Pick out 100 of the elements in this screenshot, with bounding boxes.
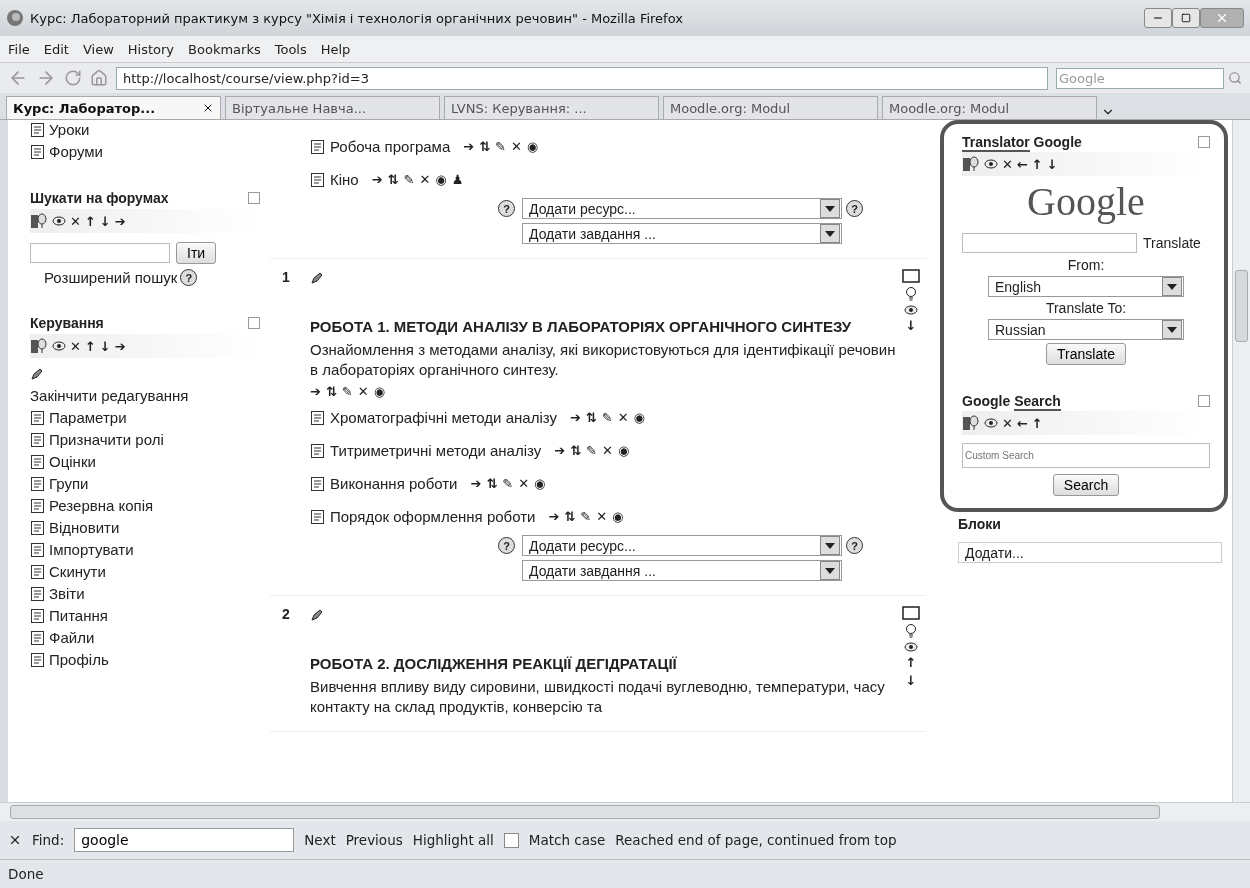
action-control[interactable]: ◉ (612, 509, 624, 524)
browser-tab[interactable]: Moodle.org: Modul (882, 96, 1097, 119)
close-tab-icon[interactable] (202, 102, 214, 114)
forum-search-field[interactable] (30, 243, 170, 263)
block-control[interactable]: ➔ (114, 338, 126, 354)
action-control[interactable]: ✎ (341, 384, 353, 399)
block-control[interactable]: ← (1016, 156, 1028, 172)
menu-item[interactable]: File (8, 41, 30, 57)
bulb-icon[interactable] (905, 286, 917, 302)
action-control[interactable]: ✎ (495, 139, 506, 154)
action-control[interactable]: ◉ (534, 476, 546, 491)
search-icon[interactable] (1228, 71, 1242, 85)
browser-tab[interactable]: LVNS: Керування: ... (444, 96, 659, 119)
collapse-icon[interactable] (248, 192, 260, 204)
highlight-all-button[interactable]: Highlight all (412, 832, 494, 848)
square-icon[interactable] (902, 269, 920, 283)
action-control[interactable]: ➔ (463, 139, 475, 154)
help-icon[interactable]: ? (498, 200, 515, 217)
search-button[interactable]: Search (1052, 474, 1120, 496)
block-control[interactable]: ✕ (70, 213, 81, 229)
eye-icon[interactable] (52, 341, 66, 351)
action-control[interactable]: ⇅ (387, 172, 399, 187)
eye-icon[interactable] (984, 159, 998, 169)
action-control[interactable]: ◉ (617, 443, 630, 458)
address-field[interactable]: http://localhost/course/view.php?id=3 (116, 66, 1048, 90)
resource-link[interactable]: Титриметричні методи аналізу (330, 442, 542, 459)
pencil-icon[interactable] (310, 271, 324, 285)
block-control[interactable]: ➔ (114, 213, 126, 229)
pencil-icon[interactable] (310, 608, 324, 622)
translate-button[interactable]: Translate (1046, 343, 1126, 365)
from-language-select[interactable]: English (988, 276, 1184, 297)
add-block-select[interactable]: Додати... (958, 542, 1222, 563)
sidebar-item[interactable]: Параметри (30, 408, 260, 427)
action-control[interactable]: ➔ (371, 172, 383, 187)
resource-link[interactable]: Робоча програма (330, 138, 451, 155)
action-control[interactable]: ⇅ (479, 139, 491, 154)
bulb-icon[interactable] (905, 623, 917, 639)
people-icon[interactable] (962, 415, 980, 431)
action-control[interactable]: ✎ (586, 443, 597, 458)
people-icon[interactable] (962, 156, 980, 172)
menu-item[interactable]: Tools (274, 41, 307, 57)
sidebar-item[interactable]: Уроки (30, 120, 260, 139)
action-control[interactable]: ⇅ (564, 509, 576, 524)
sidebar-item[interactable]: Імпортувати (30, 540, 260, 559)
close-find-icon[interactable] (8, 833, 22, 847)
action-control[interactable]: ✎ (502, 476, 514, 491)
action-control[interactable]: ➔ (310, 384, 321, 399)
block-control[interactable]: ✕ (70, 338, 81, 354)
block-control[interactable]: ↑ (1031, 415, 1043, 431)
translate-text-field[interactable] (962, 233, 1137, 253)
vertical-scrollbar[interactable] (1232, 120, 1250, 802)
eye-icon[interactable] (904, 305, 918, 315)
next-button[interactable]: Next (304, 832, 336, 848)
collapse-icon[interactable] (248, 317, 260, 329)
action-control[interactable]: ◉ (633, 410, 645, 425)
match-case-checkbox[interactable] (503, 832, 519, 848)
menu-item[interactable]: Edit (43, 41, 69, 57)
square-icon[interactable] (902, 606, 920, 620)
people-icon[interactable] (30, 338, 48, 354)
horizontal-scrollbar[interactable] (0, 802, 1250, 821)
move-control[interactable]: ↓ (905, 318, 917, 333)
action-control[interactable]: ✕ (596, 509, 608, 524)
action-control[interactable]: ⇅ (325, 384, 337, 399)
browser-tab[interactable]: Moodle.org: Modul (663, 96, 878, 119)
block-control[interactable]: ← (1016, 415, 1028, 431)
resource-link[interactable]: Виконання роботи (330, 475, 458, 492)
sidebar-item[interactable]: Звіти (30, 584, 260, 603)
block-control[interactable]: ↓ (99, 213, 111, 229)
action-control[interactable]: ✕ (510, 139, 522, 154)
collapse-icon[interactable] (1198, 136, 1210, 148)
help-icon[interactable]: ? (498, 537, 515, 554)
action-control[interactable]: ✕ (518, 476, 530, 491)
add-activity-select[interactable]: Додати завдання ... (522, 560, 842, 581)
help-icon[interactable]: ? (846, 200, 863, 217)
menu-item[interactable]: Help (320, 41, 351, 57)
action-control[interactable]: ➔ (554, 443, 566, 458)
action-control[interactable]: ◉ (526, 139, 539, 154)
people-icon[interactable] (30, 213, 48, 229)
sidebar-item[interactable]: Оцінки (30, 452, 260, 471)
block-control[interactable]: ↑ (84, 213, 96, 229)
sidebar-item[interactable]: Закінчити редагування (30, 386, 260, 405)
action-control[interactable]: ✎ (601, 410, 613, 425)
sidebar-item[interactable]: Призначити ролі (30, 430, 260, 449)
menu-item[interactable]: View (82, 41, 114, 57)
action-control[interactable]: ⇅ (585, 410, 597, 425)
sidebar-item[interactable]: Групи (30, 474, 260, 493)
action-control[interactable]: ◉ (373, 384, 385, 399)
action-control[interactable]: ✎ (403, 172, 415, 187)
browser-tab[interactable]: Курс: Лаборатор... (6, 96, 221, 119)
action-control[interactable]: ♟ (451, 172, 464, 187)
to-language-select[interactable]: Russian (988, 319, 1184, 340)
advanced-search-link[interactable]: Розширений пошук (44, 269, 178, 286)
block-control[interactable]: ✕ (1002, 415, 1013, 431)
action-control[interactable]: ➔ (470, 476, 482, 491)
block-control[interactable]: ↑ (84, 338, 96, 354)
maximize-button[interactable] (1172, 8, 1200, 28)
action-control[interactable]: ✕ (419, 172, 431, 187)
sidebar-item[interactable]: Профіль (30, 650, 260, 669)
search-field[interactable]: Google (1056, 67, 1224, 89)
action-control[interactable]: ◉ (435, 172, 447, 187)
